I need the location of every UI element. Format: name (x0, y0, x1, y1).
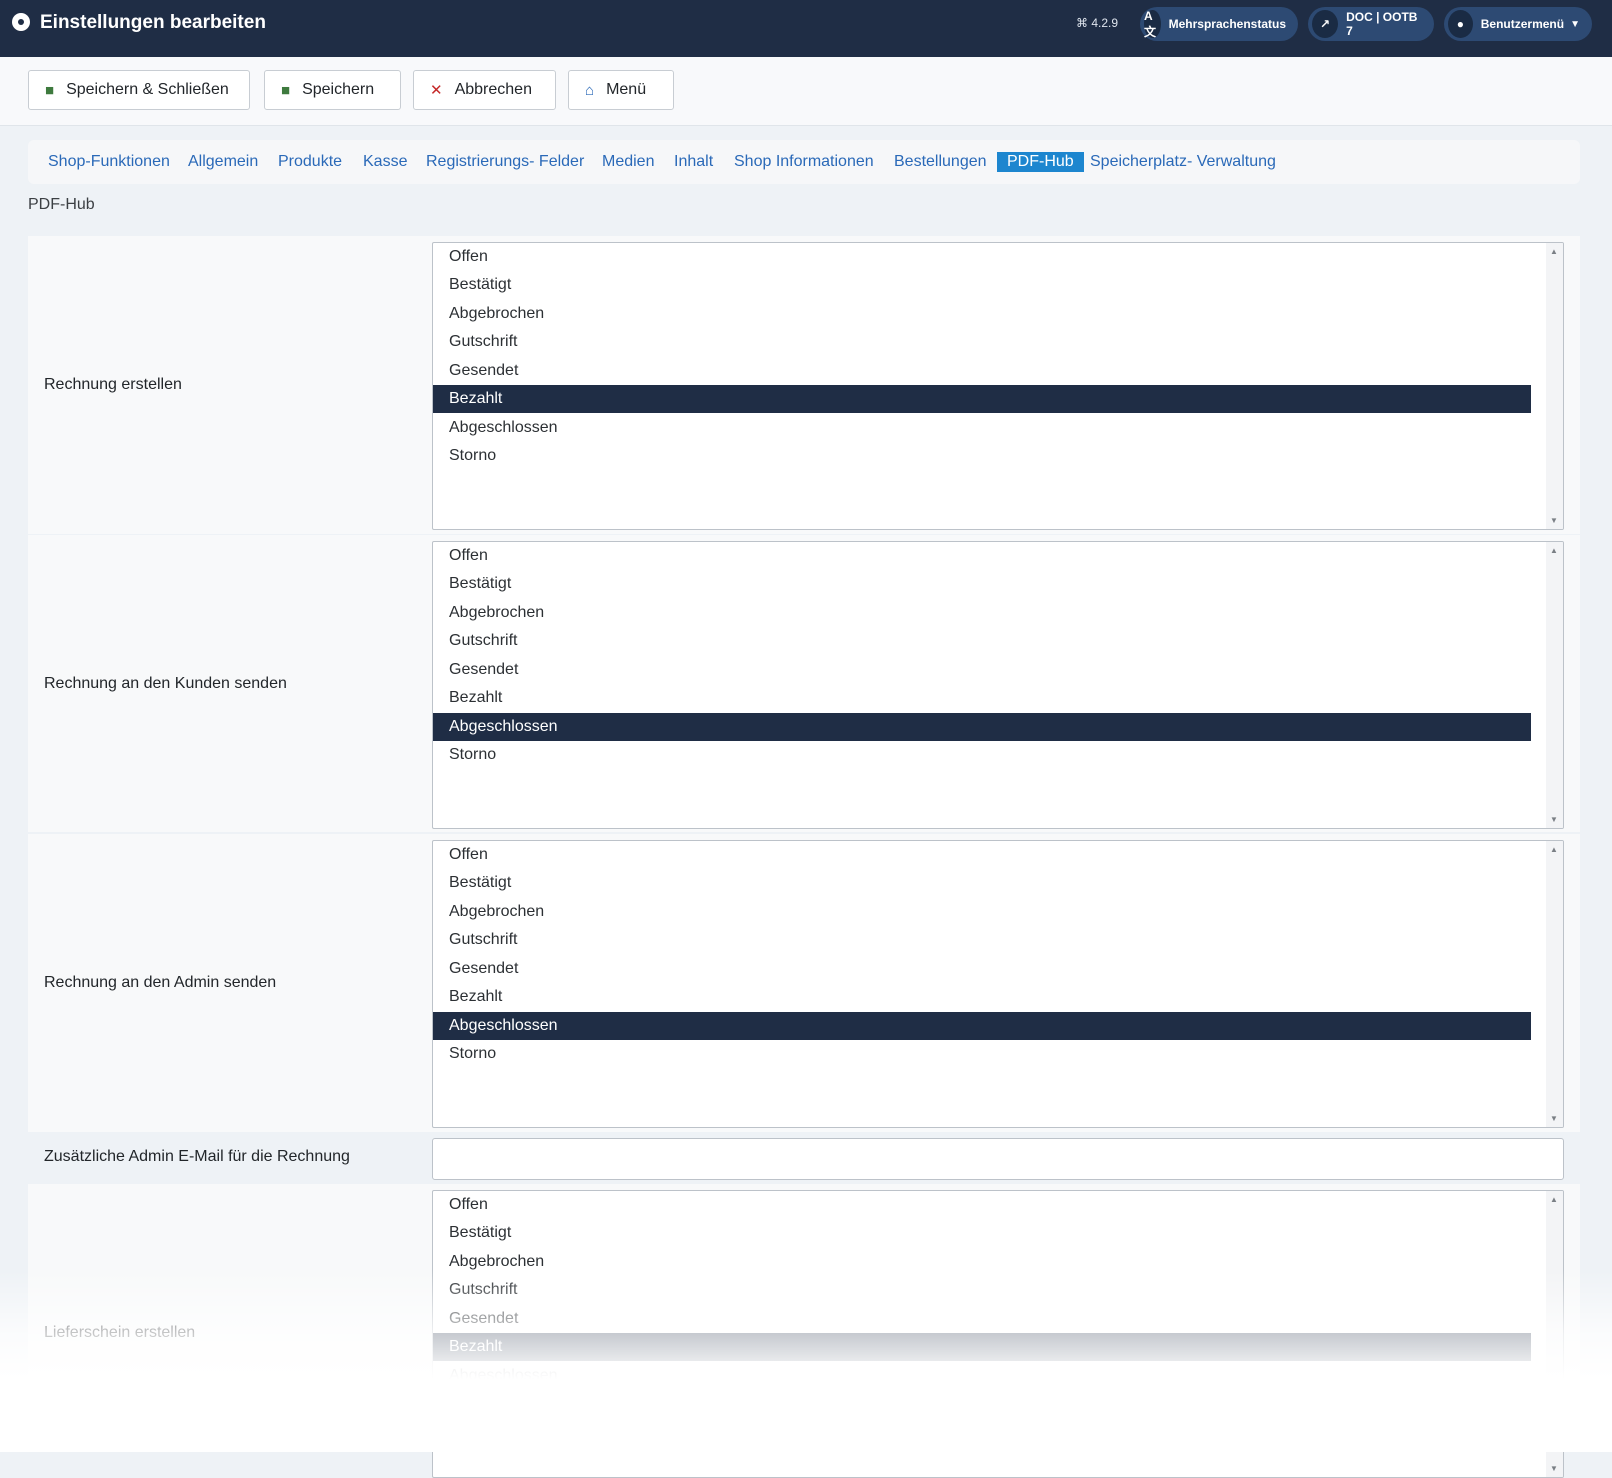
option-bestaetigt[interactable]: Bestätigt (433, 869, 1531, 897)
chevron-down-icon: ▼ (1570, 18, 1580, 30)
option-bestaetigt[interactable]: Bestätigt (433, 271, 1531, 299)
option-abgebrochen[interactable]: Abgebrochen (433, 898, 1531, 926)
tab-registrierungs-felder[interactable]: Registrierungs- Felder (426, 152, 584, 172)
app-header: Einstellungen bearbeiten ⌘ 4.2.9 A文 Mehr… (0, 0, 1612, 57)
field-row-extra-admin-email: Zusätzliche Admin E-Mail für die Rechnun… (28, 1134, 1580, 1184)
option-storno[interactable]: Storno (433, 741, 1531, 769)
option-gesendet[interactable]: Gesendet (433, 955, 1531, 983)
field-row-invoice-admin: Rechnung an den Admin senden Offen Bestä… (28, 834, 1580, 1132)
tab-pdf-hub[interactable]: PDF-Hub (997, 152, 1084, 172)
option-abgebrochen[interactable]: Abgebrochen (433, 300, 1531, 328)
option-abgeschlossen[interactable]: Abgeschlossen (433, 1362, 1531, 1390)
language-icon: A文 (1144, 9, 1161, 39)
scroll-down-icon[interactable]: ▼ (1550, 1464, 1558, 1473)
save-icon: ■ (45, 81, 55, 99)
option-abgebrochen[interactable]: Abgebrochen (433, 599, 1531, 627)
scroll-up-icon[interactable]: ▲ (1550, 546, 1558, 555)
option-abgeschlossen[interactable]: Abgeschlossen (433, 414, 1531, 442)
field-label: Lieferschein erstellen (44, 1324, 196, 1341)
scroll-up-icon[interactable]: ▲ (1550, 1195, 1558, 1204)
scroll-down-icon[interactable]: ▼ (1550, 1114, 1558, 1123)
tab-inhalt[interactable]: Inhalt (674, 152, 713, 172)
field-label: Rechnung erstellen (44, 376, 182, 393)
option-gesendet[interactable]: Gesendet (433, 656, 1531, 684)
option-storno[interactable]: Storno (433, 442, 1531, 470)
invoice-create-status-select[interactable]: Offen Bestätigt Abgebrochen Gutschrift G… (432, 242, 1564, 530)
option-offen[interactable]: Offen (433, 1191, 1531, 1219)
option-bezahlt[interactable]: Bezahlt (433, 1333, 1531, 1361)
option-bezahlt[interactable]: Bezahlt (433, 385, 1531, 413)
scrollbar[interactable]: ▲ ▼ (1546, 243, 1563, 529)
doc-site-button[interactable]: ↗ DOC | OOTB 7 (1308, 7, 1434, 41)
close-icon: ✕ (430, 82, 443, 99)
settings-tabs: Shop-Funktionen Allgemein Produkte Kasse… (28, 140, 1580, 184)
option-abgebrochen[interactable]: Abgebrochen (433, 1248, 1531, 1276)
option-abgeschlossen[interactable]: Abgeschlossen (433, 1012, 1531, 1040)
joomla-logo-icon (12, 13, 30, 31)
option-bezahlt[interactable]: Bezahlt (433, 983, 1531, 1011)
option-gesendet[interactable]: Gesendet (433, 1305, 1531, 1333)
user-menu-button[interactable]: ● Benutzermenü ▼ (1444, 7, 1592, 41)
invoice-admin-status-select[interactable]: Offen Bestätigt Abgebrochen Gutschrift G… (432, 840, 1564, 1128)
scrollbar[interactable]: ▲ ▼ (1546, 1191, 1563, 1477)
save-icon: ■ (281, 81, 291, 99)
multilanguage-status-button[interactable]: A文 Mehrsprachenstatus (1140, 7, 1298, 41)
tab-medien[interactable]: Medien (602, 152, 654, 172)
scroll-down-icon[interactable]: ▼ (1550, 815, 1558, 824)
tab-shop-informationen[interactable]: Shop Informationen (734, 152, 874, 172)
menu-button[interactable]: ⌂ Menü (568, 70, 674, 110)
option-gesendet[interactable]: Gesendet (433, 357, 1531, 385)
toolbar: ■ Speichern & Schließen ■ Speichern ✕ Ab… (0, 57, 1612, 126)
user-icon: ● (1448, 10, 1473, 38)
tab-speicherplatz-verwaltung[interactable]: Speicherplatz- Verwaltung (1090, 152, 1276, 172)
option-offen[interactable]: Offen (433, 243, 1531, 271)
scroll-down-icon[interactable]: ▼ (1550, 516, 1558, 525)
page-title: Einstellungen bearbeiten (40, 12, 266, 33)
field-row-invoice-customer: Rechnung an den Kunden senden Offen Best… (28, 535, 1580, 832)
scrollbar[interactable]: ▲ ▼ (1546, 841, 1563, 1127)
option-bezahlt[interactable]: Bezahlt (433, 684, 1531, 712)
option-abgeschlossen[interactable]: Abgeschlossen (433, 713, 1531, 741)
invoice-customer-status-select[interactable]: Offen Bestätigt Abgebrochen Gutschrift G… (432, 541, 1564, 829)
tab-kasse[interactable]: Kasse (363, 152, 407, 172)
option-offen[interactable]: Offen (433, 542, 1531, 570)
tab-shop-funktionen[interactable]: Shop-Funktionen (48, 152, 170, 172)
option-bestaetigt[interactable]: Bestätigt (433, 1219, 1531, 1247)
home-icon: ⌂ (585, 81, 595, 99)
scroll-up-icon[interactable]: ▲ (1550, 247, 1558, 256)
field-label: Zusätzliche Admin E-Mail für die Rechnun… (44, 1148, 350, 1165)
tab-produkte[interactable]: Produkte (278, 152, 342, 172)
save-button[interactable]: ■ Speichern (264, 70, 401, 110)
delivery-note-status-select[interactable]: Offen Bestätigt Abgebrochen Gutschrift G… (432, 1190, 1564, 1478)
tab-bestellungen[interactable]: Bestellungen (894, 152, 987, 172)
field-label: Rechnung an den Kunden senden (44, 675, 287, 692)
option-storno[interactable]: Storno (433, 1390, 1531, 1418)
save-close-button[interactable]: ■ Speichern & Schließen (28, 70, 250, 110)
option-offen[interactable]: Offen (433, 841, 1531, 869)
option-gutschrift[interactable]: Gutschrift (433, 1276, 1531, 1304)
field-row-delivery-note: Lieferschein erstellen Offen Bestätigt A… (28, 1184, 1580, 1478)
option-gutschrift[interactable]: Gutschrift (433, 328, 1531, 356)
option-storno[interactable]: Storno (433, 1040, 1531, 1068)
tab-allgemein[interactable]: Allgemein (188, 152, 258, 172)
scrollbar[interactable]: ▲ ▼ (1546, 542, 1563, 828)
version-label: ⌘ 4.2.9 (1076, 16, 1119, 30)
section-title: PDF-Hub (28, 196, 95, 213)
extra-admin-email-input[interactable] (432, 1138, 1564, 1180)
option-bestaetigt[interactable]: Bestätigt (433, 570, 1531, 598)
field-row-invoice-create: Rechnung erstellen Offen Bestätigt Abgeb… (28, 236, 1580, 534)
option-gutschrift[interactable]: Gutschrift (433, 926, 1531, 954)
option-gutschrift[interactable]: Gutschrift (433, 627, 1531, 655)
scroll-up-icon[interactable]: ▲ (1550, 845, 1558, 854)
field-label: Rechnung an den Admin senden (44, 974, 277, 991)
cancel-button[interactable]: ✕ Abbrechen (413, 70, 556, 110)
external-link-icon: ↗ (1312, 10, 1339, 38)
